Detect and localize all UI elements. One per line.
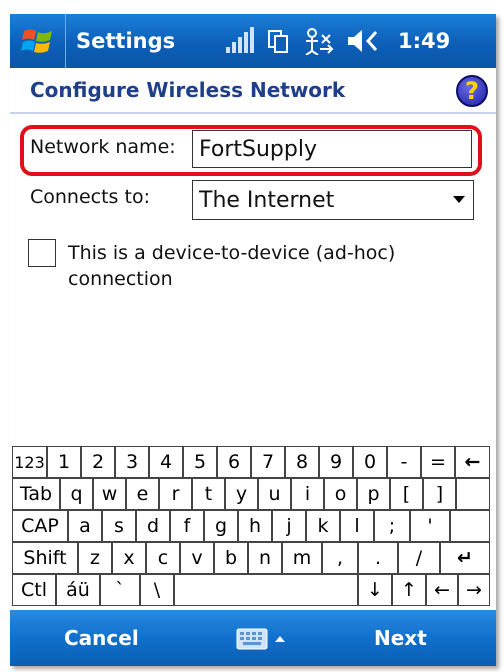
arrow-left-key[interactable]: ← — [426, 574, 458, 606]
page-header: Configure Wireless Network ? — [10, 68, 496, 114]
keyboard-icon — [236, 628, 268, 650]
connects-to-value: The Internet — [199, 187, 335, 213]
adhoc-label-line1: This is a device-to-device (ad-hoc) — [68, 242, 396, 264]
key[interactable]: [ — [390, 478, 423, 510]
key[interactable]: q — [60, 478, 93, 510]
key[interactable]: h — [238, 510, 272, 542]
help-icon[interactable]: ? — [456, 75, 488, 107]
key[interactable]: b — [214, 542, 248, 574]
key[interactable]: c — [146, 542, 180, 574]
key[interactable]: f — [170, 510, 204, 542]
key[interactable]: ` — [100, 574, 140, 606]
window-title: Settings — [76, 29, 176, 53]
key-blank[interactable] — [456, 478, 490, 510]
key[interactable]: e — [126, 478, 159, 510]
backspace-key[interactable]: ← — [455, 446, 490, 478]
connectivity-icon[interactable] — [302, 27, 334, 55]
keyboard-row-5: Ctl áü ` \ ↓ ↑ ← → — [12, 574, 490, 606]
key[interactable]: z — [78, 542, 112, 574]
key[interactable]: o — [324, 478, 357, 510]
key[interactable]: d — [136, 510, 170, 542]
key[interactable]: = — [421, 446, 455, 478]
key[interactable]: k — [306, 510, 340, 542]
cancel-button[interactable]: Cancel — [64, 626, 139, 650]
key[interactable]: . — [358, 542, 398, 574]
key[interactable]: x — [112, 542, 146, 574]
key[interactable]: u — [258, 478, 291, 510]
key-123[interactable]: 123 — [12, 446, 47, 478]
key[interactable]: - — [387, 446, 421, 478]
key[interactable]: 6 — [217, 446, 251, 478]
keyboard-row-3: CAP a s d f g h j k l ; ' — [12, 510, 490, 542]
network-name-value: FortSupply — [199, 136, 317, 162]
enter-key[interactable]: ↵ — [440, 542, 490, 574]
connects-to-dropdown[interactable]: The Internet — [192, 180, 474, 220]
windows-flag-icon — [20, 29, 52, 53]
key[interactable]: t — [192, 478, 225, 510]
key[interactable]: 1 — [47, 446, 81, 478]
soft-keyboard: 123 1 2 3 4 5 6 7 8 9 0 - = ← Tab q w e … — [12, 446, 490, 608]
key[interactable]: a — [68, 510, 102, 542]
key[interactable]: y — [225, 478, 258, 510]
key[interactable]: p — [357, 478, 390, 510]
tab-key[interactable]: Tab — [12, 478, 60, 510]
ctrl-key[interactable]: Ctl — [12, 574, 56, 606]
arrow-right-key[interactable]: → — [458, 574, 490, 606]
key[interactable]: r — [159, 478, 192, 510]
keyboard-row-1: 123 1 2 3 4 5 6 7 8 9 0 - = ← — [12, 446, 490, 478]
key[interactable]: \ — [140, 574, 174, 606]
key[interactable]: 7 — [251, 446, 285, 478]
key[interactable]: v — [180, 542, 214, 574]
key[interactable]: ' — [410, 510, 450, 542]
key[interactable]: m — [282, 542, 322, 574]
key[interactable]: l — [340, 510, 374, 542]
clock[interactable]: 1:49 — [398, 29, 450, 53]
status-icons: 1:49 — [224, 27, 450, 55]
key[interactable]: n — [248, 542, 282, 574]
menu-bar: Cancel Next — [10, 610, 496, 666]
start-menu-button[interactable] — [10, 14, 66, 68]
connects-to-label: Connects to: — [30, 186, 150, 208]
adhoc-checkbox-label[interactable]: This is a device-to-device (ad-hoc) conn… — [68, 240, 448, 292]
key[interactable]: 2 — [81, 446, 115, 478]
key[interactable]: 3 — [115, 446, 149, 478]
keyboard-row-4: Shift z x c v b n m , . / ↵ — [12, 542, 490, 574]
key[interactable]: 0 — [353, 446, 387, 478]
key[interactable]: 8 — [285, 446, 319, 478]
key[interactable]: , — [322, 542, 358, 574]
key[interactable]: 5 — [183, 446, 217, 478]
space-key[interactable] — [174, 574, 358, 606]
key[interactable]: g — [204, 510, 238, 542]
signal-strength-icon[interactable] — [224, 27, 254, 55]
sync-icon[interactable] — [266, 28, 290, 54]
key[interactable]: ] — [423, 478, 456, 510]
key[interactable]: j — [272, 510, 306, 542]
shift-key[interactable]: Shift — [12, 542, 78, 574]
arrow-up-key[interactable]: ↑ — [392, 574, 426, 606]
next-button[interactable]: Next — [374, 626, 427, 650]
chevron-down-icon — [453, 196, 465, 203]
adhoc-label-line2: connection — [68, 268, 173, 290]
key[interactable]: s — [102, 510, 136, 542]
key[interactable]: ; — [374, 510, 410, 542]
network-name-label: Network name: — [30, 136, 176, 158]
volume-icon[interactable] — [346, 28, 380, 54]
network-name-input[interactable]: FortSupply — [192, 130, 472, 168]
page-title: Configure Wireless Network — [30, 78, 346, 102]
input-panel-toggle[interactable] — [236, 628, 286, 650]
key[interactable]: / — [398, 542, 440, 574]
title-bar: Settings 1:49 — [10, 14, 496, 68]
caps-key[interactable]: CAP — [12, 510, 68, 542]
key[interactable]: 9 — [319, 446, 353, 478]
adhoc-checkbox[interactable] — [28, 239, 56, 267]
key[interactable]: w — [93, 478, 126, 510]
key-blank[interactable] — [450, 510, 490, 542]
accent-key[interactable]: áü — [56, 574, 100, 606]
key[interactable]: 4 — [149, 446, 183, 478]
key[interactable]: i — [291, 478, 324, 510]
arrow-down-key[interactable]: ↓ — [358, 574, 392, 606]
caret-up-icon — [275, 636, 285, 642]
pocketpc-screen: Settings 1:49 Configure Wireless Network… — [10, 14, 496, 666]
keyboard-row-2: Tab q w e r t y u i o p [ ] — [12, 478, 490, 510]
